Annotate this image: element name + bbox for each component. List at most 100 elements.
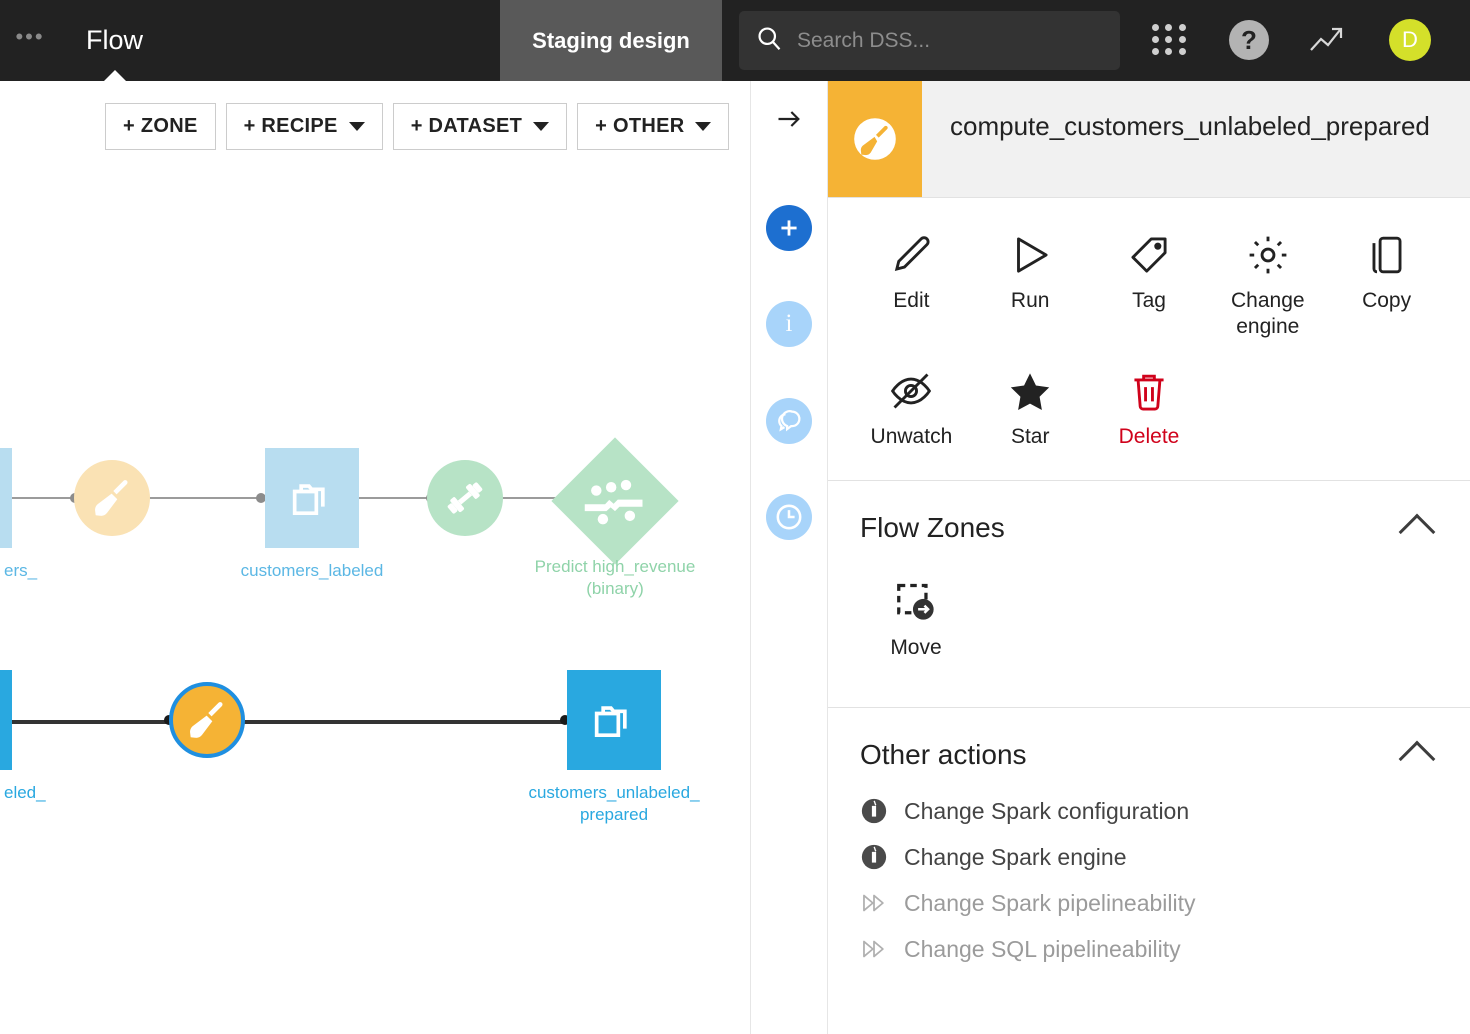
flow-edge xyxy=(148,497,263,499)
help-icon[interactable]: ? xyxy=(1229,20,1269,60)
tag-icon xyxy=(1131,237,1167,273)
add-dataset-label: + DATASET xyxy=(410,115,523,137)
flow-node-label: ers_ xyxy=(4,561,38,580)
nav-item-flow[interactable]: Flow xyxy=(60,0,169,81)
spark-icon xyxy=(861,798,887,824)
flow-canvas[interactable]: + ZONE + RECIPE + DATASET + OTHER ers_ c… xyxy=(0,81,750,1034)
tag-action-label: Tag xyxy=(1132,289,1166,312)
change-spark-pipelineability-item: Change Spark pipelineability xyxy=(860,880,1470,926)
copy-action[interactable]: Copy xyxy=(1327,220,1446,352)
rail-discussions-icon[interactable] xyxy=(766,398,812,444)
action-grid-spacer xyxy=(1327,356,1446,462)
flow-node-recipe-selected[interactable] xyxy=(169,682,245,758)
flow-node-label: eled_ xyxy=(4,783,46,802)
change-spark-engine-item[interactable]: Change Spark engine xyxy=(860,834,1470,880)
trash-icon xyxy=(1134,374,1164,411)
copy-icon xyxy=(1372,236,1402,274)
broom-icon xyxy=(95,480,128,516)
recipe-type-icon xyxy=(828,81,922,197)
add-zone-label: + ZONE xyxy=(123,115,198,137)
pipeline-icon xyxy=(863,894,884,912)
unwatch-action[interactable]: Unwatch xyxy=(852,356,971,462)
details-panel: compute_customers_unlabeled_prepared Edi… xyxy=(828,81,1470,1034)
copy-action-label: Copy xyxy=(1362,289,1412,312)
flow-zones-title: Flow Zones xyxy=(860,512,1005,543)
flow-node-dataset-customers-unlabeled[interactable]: eled_ xyxy=(0,670,46,802)
folder-icon xyxy=(292,484,325,516)
collapse-panel-arrow-icon[interactable] xyxy=(766,96,812,142)
other-actions-section-header[interactable]: Other actions xyxy=(828,708,1470,786)
search-container[interactable] xyxy=(739,11,1120,70)
run-action[interactable]: Run xyxy=(971,220,1090,352)
flow-toolbar: + ZONE + RECIPE + DATASET + OTHER xyxy=(105,103,730,150)
flow-edge xyxy=(0,497,80,499)
rail-info-icon[interactable]: i xyxy=(766,301,812,347)
add-zone-button[interactable]: + ZONE xyxy=(105,103,216,150)
chevron-up-icon[interactable] xyxy=(1398,513,1436,551)
flow-node-dataset[interactable]: ers_ xyxy=(0,448,37,580)
flow-node-dataset-customers-labeled[interactable]: customers_labeled xyxy=(241,448,383,580)
delete-action-label: Delete xyxy=(1118,425,1180,448)
panel-title: compute_customers_unlabeled_prepared xyxy=(950,111,1430,141)
add-other-button[interactable]: + OTHER xyxy=(577,103,730,150)
pipeline-icon xyxy=(863,940,884,958)
tab-staging-design-label: Staging design xyxy=(532,27,690,53)
other-actions-title: Other actions xyxy=(860,739,1027,770)
rail-add-icon[interactable] xyxy=(766,205,812,251)
add-recipe-button[interactable]: + RECIPE xyxy=(225,103,383,150)
top-navigation-bar: ••• Flow Staging design ? D xyxy=(0,0,1470,81)
pencil-icon xyxy=(895,236,930,271)
flow-node-label: Predict high_revenue (binary) xyxy=(534,557,696,598)
rail-history-icon[interactable] xyxy=(766,494,812,540)
move-icon xyxy=(897,583,934,620)
edit-action[interactable]: Edit xyxy=(852,220,971,352)
move-action[interactable]: Move xyxy=(852,567,980,673)
folder-icon xyxy=(594,706,627,738)
overflow-menu-icon[interactable]: ••• xyxy=(0,0,60,81)
delete-action[interactable]: Delete xyxy=(1090,356,1209,462)
right-panel-icon-rail: i xyxy=(750,81,828,1034)
change-spark-engine-label: Change Spark engine xyxy=(904,843,1127,870)
flow-node-model-predict[interactable]: Predict high_revenue (binary) xyxy=(535,437,695,598)
dumbbell-icon xyxy=(447,482,483,514)
play-icon xyxy=(1017,237,1048,273)
run-action-label: Run xyxy=(1010,289,1050,312)
gear-icon xyxy=(1249,236,1287,274)
search-input[interactable] xyxy=(797,28,1104,53)
change-sql-pipelineability-item: Change SQL pipelineability xyxy=(860,926,1470,972)
flow-zones-section-header[interactable]: Flow Zones xyxy=(828,481,1470,559)
move-action-label: Move xyxy=(890,636,942,659)
flow-node-dataset-unlabeled-prepared[interactable]: customers_unlabeled_ prepared xyxy=(528,670,700,824)
star-icon xyxy=(1011,373,1050,410)
flow-zones-actions: Move xyxy=(828,559,1470,707)
model-dots-icon xyxy=(584,479,643,525)
chevron-down-icon xyxy=(533,122,550,131)
change-engine-action-label: Change engine xyxy=(1231,289,1305,338)
tab-staging-design[interactable]: Staging design xyxy=(500,0,722,81)
add-recipe-label: + RECIPE xyxy=(243,115,338,137)
star-action-label: Star xyxy=(1010,425,1050,448)
action-grid-spacer xyxy=(1208,356,1327,462)
flow-node-recipe-prepare[interactable] xyxy=(74,460,150,536)
change-spark-configuration-label: Change Spark configuration xyxy=(904,797,1190,824)
primary-actions-grid: Edit Run Tag Change engine Copy Unwatch … xyxy=(828,198,1470,480)
add-dataset-button[interactable]: + DATASET xyxy=(392,103,568,150)
panel-header: compute_customers_unlabeled_prepared xyxy=(828,81,1470,197)
flow-edge-selected xyxy=(0,720,177,724)
change-engine-action[interactable]: Change engine xyxy=(1208,220,1327,352)
chevron-up-icon[interactable] xyxy=(1398,740,1436,778)
add-other-label: + OTHER xyxy=(595,115,685,137)
nav-flow-label: Flow xyxy=(86,25,144,55)
trend-arrow-icon[interactable] xyxy=(1305,19,1349,61)
change-sql-pipelineability-label: Change SQL pipelineability xyxy=(904,935,1181,962)
star-action[interactable]: Star xyxy=(971,356,1090,462)
flow-node-label: customers_unlabeled_ prepared xyxy=(528,783,700,824)
active-nav-caret-icon xyxy=(103,70,126,81)
apps-grid-icon[interactable] xyxy=(1152,24,1188,56)
flow-node-recipe-train[interactable] xyxy=(427,460,503,536)
chevron-down-icon xyxy=(348,122,365,131)
tag-action[interactable]: Tag xyxy=(1090,220,1209,352)
flow-edge-selected xyxy=(242,720,567,724)
change-spark-configuration-item[interactable]: Change Spark configuration xyxy=(860,788,1470,834)
user-avatar[interactable]: D xyxy=(1389,19,1431,61)
